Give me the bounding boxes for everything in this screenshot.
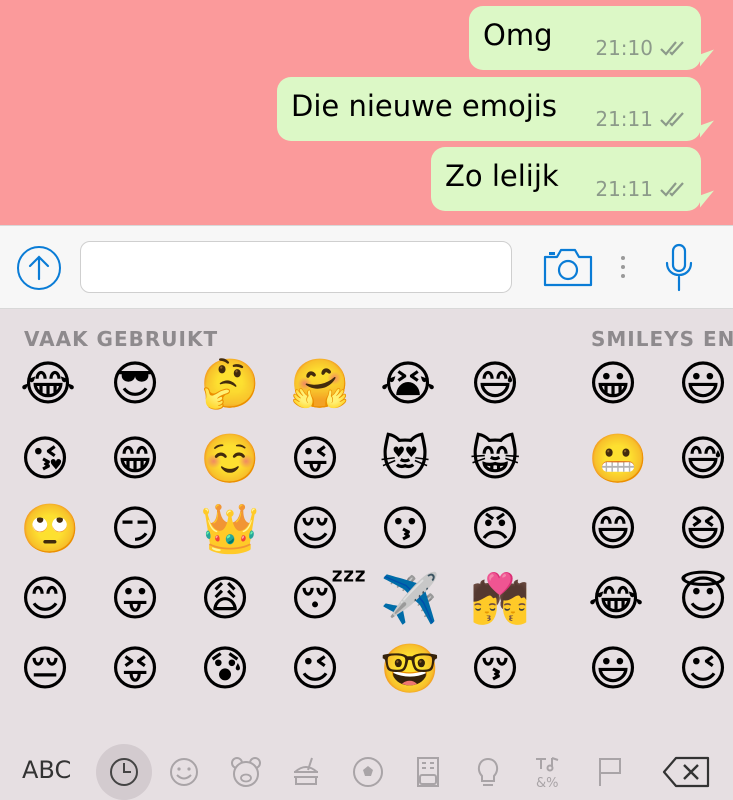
message-bubble[interactable]: Zo lelijk 21:11 bbox=[431, 147, 701, 211]
emoji-key[interactable]: 😠 bbox=[470, 499, 530, 559]
emoji-key[interactable]: 😔 bbox=[20, 639, 80, 699]
separator-dots-icon bbox=[621, 256, 625, 278]
message-text: Zo lelijk bbox=[445, 159, 559, 193]
symbols-category-button[interactable]: &% bbox=[528, 752, 568, 792]
emoji-key[interactable]: 🤓 bbox=[380, 639, 440, 699]
section-label-smileys: SMILEYS EN bbox=[591, 327, 733, 351]
travel-category-button[interactable] bbox=[408, 752, 448, 792]
emoji-key[interactable]: 😆 bbox=[678, 499, 733, 559]
flag-icon bbox=[599, 758, 621, 786]
emoji-key[interactable]: 👑 bbox=[200, 499, 260, 559]
emoji-key[interactable]: 😻 bbox=[380, 429, 440, 489]
chat-area: Omg 21:10 Die nieuwe emojis 21:11 Zo lel… bbox=[0, 0, 733, 225]
emoji-key[interactable]: 😅 bbox=[470, 354, 530, 414]
emoji-key[interactable]: 😝 bbox=[110, 639, 170, 699]
double-check-icon bbox=[660, 41, 684, 56]
smiley-icon bbox=[170, 758, 198, 786]
message-input[interactable] bbox=[80, 241, 512, 293]
activity-category-button[interactable] bbox=[348, 752, 388, 792]
lightbulb-icon bbox=[477, 757, 499, 786]
bear-icon bbox=[231, 757, 261, 787]
emoji-key[interactable]: 🤔 bbox=[200, 354, 260, 414]
emoji-key[interactable]: 😂 bbox=[588, 569, 648, 629]
emoji-key[interactable]: 😚 bbox=[470, 639, 530, 699]
microphone-icon[interactable] bbox=[664, 243, 694, 293]
keyboard-category-bar: ABC &% bbox=[0, 744, 733, 800]
message-input-bar bbox=[0, 225, 733, 309]
soccer-ball-icon bbox=[353, 757, 383, 787]
emoji-key[interactable]: 🙄 bbox=[20, 499, 80, 559]
message-text: Omg bbox=[483, 18, 553, 52]
double-check-icon bbox=[660, 182, 684, 197]
abc-button[interactable]: ABC bbox=[22, 756, 71, 784]
emoji-key[interactable]: 😄 bbox=[588, 499, 648, 559]
emoji-key[interactable]: 😉 bbox=[678, 639, 733, 699]
emoji-key[interactable]: 😛 bbox=[110, 569, 170, 629]
emoji-key[interactable]: 😀 bbox=[588, 354, 648, 414]
emoji-keyboard: VAAK GEBRUIKT SMILEYS EN 😂 😎 🤔 🤗 😭 😅 😀 😃 😘 😁 ☺️ 😜 😻 😸… bbox=[0, 309, 733, 800]
emoji-key[interactable]: 😊 bbox=[20, 569, 80, 629]
emoji-key[interactable]: 😗 bbox=[380, 499, 440, 559]
double-check-icon bbox=[660, 112, 684, 127]
animals-category-button[interactable] bbox=[226, 752, 266, 792]
food-icon bbox=[294, 757, 318, 785]
message-bubble[interactable]: Omg 21:10 bbox=[469, 6, 701, 70]
emoji-key[interactable]: 😇 bbox=[678, 569, 733, 629]
message-meta: 21:10 bbox=[595, 36, 687, 60]
emoji-key[interactable]: 😅 bbox=[678, 429, 733, 489]
emoji-grid: 😂 😎 🤔 🤗 😭 😅 😀 😃 😘 😁 ☺️ 😜 😻 😸 😬 😅 🙄 😏 👑 😌 😗 😠 😄 😆 😊 😛 😩 😴 ✈️ 💏 😂 😇 😔 😝 😰 😉 🤓 😚… bbox=[0, 354, 733, 734]
clock-icon bbox=[110, 758, 138, 786]
upload-arrow-icon[interactable] bbox=[16, 245, 62, 291]
food-category-button[interactable] bbox=[286, 752, 326, 792]
recent-category-button[interactable] bbox=[96, 744, 152, 800]
objects-category-button[interactable] bbox=[468, 752, 508, 792]
message-meta: 21:11 bbox=[595, 177, 687, 201]
emoji-key[interactable]: 😴 bbox=[290, 569, 367, 629]
building-car-icon bbox=[417, 757, 439, 787]
emoji-key[interactable]: 😌 bbox=[290, 499, 350, 559]
emoji-key[interactable]: 😘 bbox=[20, 429, 80, 489]
message-time: 21:11 bbox=[595, 107, 653, 131]
emoji-key[interactable]: 😸 bbox=[470, 429, 530, 489]
message-time: 21:11 bbox=[595, 177, 653, 201]
flags-category-button[interactable] bbox=[590, 752, 630, 792]
message-text: Die nieuwe emojis bbox=[291, 89, 557, 123]
backspace-icon[interactable] bbox=[662, 756, 712, 788]
message-meta: 21:11 bbox=[595, 107, 687, 131]
camera-icon[interactable] bbox=[542, 246, 594, 288]
emoji-key[interactable]: 😃 bbox=[588, 639, 648, 699]
emoji-key[interactable]: 😭 bbox=[380, 354, 440, 414]
emoji-key[interactable]: 😎 bbox=[110, 354, 170, 414]
emoji-key[interactable]: 😃 bbox=[678, 354, 733, 414]
message-bubble[interactable]: Die nieuwe emojis 21:11 bbox=[277, 77, 701, 141]
emoji-key[interactable]: 😁 bbox=[110, 429, 170, 489]
svg-text:&%: &% bbox=[536, 776, 559, 791]
emoji-key[interactable]: ✈️ bbox=[380, 569, 440, 629]
section-label-frequent: VAAK GEBRUIKT bbox=[24, 327, 219, 351]
emoji-key[interactable]: 😉 bbox=[290, 639, 350, 699]
emoji-key[interactable]: 😰 bbox=[200, 639, 260, 699]
symbols-icon: &% bbox=[536, 757, 559, 791]
emoji-key[interactable]: ☺️ bbox=[200, 429, 260, 489]
emoji-key[interactable]: 😜 bbox=[290, 429, 350, 489]
emoji-key[interactable]: 😏 bbox=[110, 499, 170, 559]
smileys-category-button[interactable] bbox=[164, 752, 204, 792]
emoji-key[interactable]: 🤗 bbox=[290, 354, 350, 414]
message-time: 21:10 bbox=[595, 36, 653, 60]
emoji-key[interactable]: 😬 bbox=[588, 429, 648, 489]
emoji-key[interactable]: 💏 bbox=[470, 569, 530, 629]
emoji-key[interactable]: 😂 bbox=[20, 354, 80, 414]
emoji-key[interactable]: 😩 bbox=[200, 569, 260, 629]
